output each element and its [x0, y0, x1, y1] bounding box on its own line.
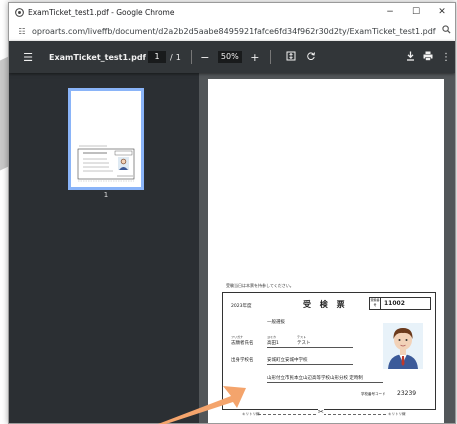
zoom-in-button[interactable]: +: [250, 51, 260, 64]
close-button[interactable]: ✕: [429, 7, 455, 17]
applicant-given-name: テスト: [297, 341, 311, 346]
school-code: 23239: [397, 390, 417, 397]
zoom-icon[interactable]: [437, 25, 455, 37]
furigana-label: フリガナ: [231, 335, 244, 339]
surname-furigana: ヨミカ: [267, 335, 277, 339]
underline: [267, 382, 383, 383]
fit-page-icon[interactable]: [285, 51, 297, 64]
underline: [267, 364, 353, 365]
given-name-furigana: テスト: [297, 335, 307, 339]
chrome-icon: [14, 7, 24, 17]
toolbar-divider: [190, 50, 192, 64]
school-label: 出身学校名: [231, 358, 254, 363]
applicant-name-label: 志願者氏名: [231, 341, 254, 346]
url-field[interactable]: oproarts.com/liveffb/document/d2a2b2d5aa…: [32, 27, 437, 36]
cut-line-label-right: キリトリ線: [388, 412, 406, 416]
applicant-surname: 高田1: [267, 341, 279, 346]
page-thumbnail[interactable]: [68, 88, 144, 190]
pdf-toolbar: ☰ ExamTicket_test1.pdf 1 / 1 − 50% + ⋮: [9, 41, 455, 73]
page-number-input[interactable]: 1: [148, 51, 166, 63]
scissors-icon: ✂: [318, 408, 324, 416]
window-title: ExamTicket_test1.pdf - Google Chrome: [28, 7, 175, 17]
rotate-icon[interactable]: [305, 51, 317, 64]
cut-line-label-left: キリトリ線: [242, 412, 260, 416]
pdf-page: 受験当日は本票を持参してください。 2023年度 受 検 票 受験番号 1100…: [208, 79, 444, 423]
menu-icon[interactable]: ☰: [21, 51, 35, 64]
applicant-photo: [383, 323, 423, 369]
minimize-button[interactable]: −: [377, 7, 403, 17]
ticket-year: 2023年度: [231, 304, 252, 309]
browser-window: ExamTicket_test1.pdf - Google Chrome − ☐…: [8, 2, 456, 424]
exam-number-box: 受験番号 11002: [369, 297, 431, 310]
exam-number-label: 受験番号: [370, 298, 381, 309]
document-title: ExamTicket_test1.pdf: [49, 52, 147, 62]
more-options-icon[interactable]: ⋮: [437, 52, 455, 63]
thumbnail-sidebar: 1: [9, 73, 199, 423]
cut-line: キリトリ線 ✂ キリトリ線: [222, 408, 434, 418]
address-bar: ☷ oproarts.com/liveffb/document/d2a2b2d5…: [9, 21, 455, 42]
toolbar-divider: [269, 50, 271, 64]
notice-text: 受験当日は本票を持参してください。: [226, 283, 294, 288]
exam-ticket: 2023年度 受 検 票 受験番号 11002 一般選抜 フリガナ 志願者氏名 …: [222, 292, 436, 410]
document-viewer: 受験当日は本票を持参してください。 2023年度 受 検 票 受験番号 1100…: [199, 73, 455, 423]
exam-number: 11002: [384, 300, 405, 307]
thumbnail-page-number: 1: [103, 191, 109, 199]
exam-type: 一般選抜: [267, 320, 285, 325]
school-name: 安城町立安城中学校: [267, 358, 308, 363]
underline: [267, 347, 353, 348]
zoom-level-input[interactable]: 50%: [217, 51, 242, 63]
maximize-button[interactable]: ☐: [403, 7, 429, 17]
zoom-out-button[interactable]: −: [200, 51, 210, 64]
print-icon[interactable]: [419, 51, 437, 64]
page-count: 1: [175, 52, 181, 62]
tune-icon[interactable]: ☷: [15, 27, 29, 36]
download-icon[interactable]: [401, 51, 419, 64]
title-bar: ExamTicket_test1.pdf - Google Chrome − ☐…: [9, 3, 455, 21]
exam-school: 山形付立市民本立山辺高等学校山形分校 定時制: [267, 376, 363, 381]
ticket-title: 受 検 票: [303, 300, 348, 309]
page-separator: /: [170, 52, 173, 62]
school-code-label: 学校番号コード: [361, 392, 386, 396]
